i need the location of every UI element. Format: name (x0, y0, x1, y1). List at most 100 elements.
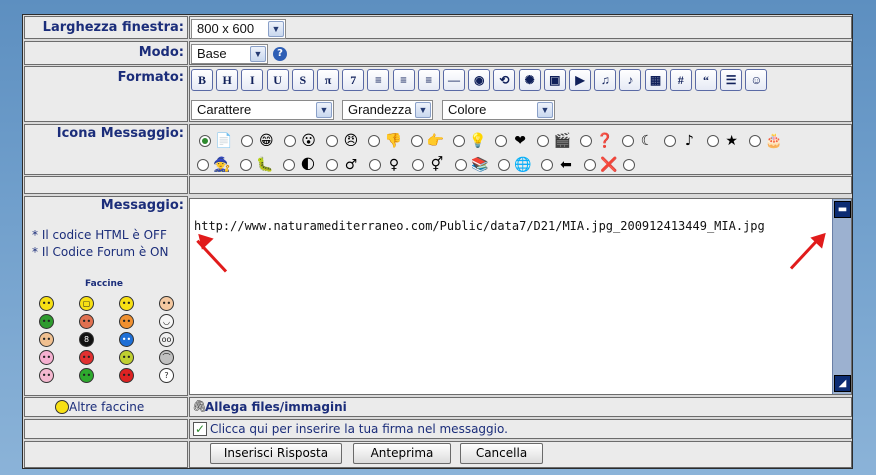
icon-radio[interactable] (498, 159, 510, 171)
smiley-icon[interactable]: •• (39, 314, 54, 329)
faccine-title: Faccine (85, 279, 123, 289)
reply-form: Larghezza finestra: Modo: Formato: Icona… (22, 14, 853, 469)
table-button[interactable]: ▦ (644, 69, 667, 91)
attach-link[interactable]: Allega files/immagini (205, 400, 347, 414)
help-icon[interactable]: ? (273, 47, 287, 61)
icon-radio[interactable] (579, 135, 592, 147)
font-button[interactable]: 7 (342, 69, 365, 91)
message-icon: ❤ (514, 133, 526, 149)
submit-reply-button[interactable]: Inserisci Risposta (210, 443, 342, 464)
message-icon: 📄 (215, 133, 233, 149)
link-button[interactable]: ⟲ (493, 69, 516, 91)
signature-checkbox[interactable]: ✓ (193, 422, 207, 436)
smiley-icon[interactable]: 8 (79, 332, 94, 347)
smiley-icon[interactable]: •• (119, 332, 134, 347)
forum-on-hint: * Il Codice Forum è ON (32, 245, 169, 259)
size-select[interactable]: Grandezza ▼ (342, 100, 433, 120)
align-right-button[interactable]: ≡ (417, 69, 440, 91)
preview-button[interactable]: Anteprima (353, 443, 451, 464)
globe-button[interactable]: ◉ (468, 69, 491, 91)
icon-radio[interactable] (412, 159, 424, 171)
flash-button[interactable]: ✺ (518, 69, 541, 91)
smiley-icon[interactable]: •• (39, 332, 54, 347)
smiley-icon[interactable]: •• (159, 296, 174, 311)
smiley-icon[interactable]: •• (39, 296, 54, 311)
smiley-icon[interactable]: oo (159, 332, 174, 347)
smiley-icon[interactable]: ⌒ (159, 350, 174, 365)
signature-label: Clicca qui per inserire la tua firma nel… (210, 422, 508, 436)
icon-radio[interactable] (197, 159, 209, 171)
smiley-button[interactable]: ☺ (745, 69, 768, 91)
icon-radio[interactable] (283, 135, 296, 147)
icon-radio[interactable] (495, 135, 508, 147)
icon-radio[interactable] (369, 159, 381, 171)
message-icon: 🌓 (300, 157, 316, 173)
hr-button[interactable]: — (443, 69, 465, 91)
cancel-button[interactable]: Cancella (460, 443, 543, 464)
value-cell (189, 41, 852, 65)
message-icon: 😮 (301, 133, 316, 149)
icon-radio[interactable] (410, 135, 423, 147)
smiley-icon[interactable]: ◡ (159, 314, 174, 329)
italic-button[interactable]: I (241, 69, 264, 91)
mode-value: Base (197, 46, 227, 61)
message-label: Messaggio: (100, 198, 184, 213)
quote-button[interactable]: “ (695, 69, 717, 91)
smiley-icon[interactable]: •• (79, 368, 94, 383)
icon-radio[interactable] (283, 159, 295, 171)
icon-radio[interactable] (326, 159, 338, 171)
message-text: http://www.naturamediterraneo.com/Public… (194, 219, 765, 233)
wmv-button[interactable]: ♫ (594, 69, 617, 91)
icon-radio[interactable] (455, 159, 467, 171)
mode-select[interactable]: Base ▼ (191, 44, 268, 64)
list-button[interactable]: ☰ (720, 69, 743, 91)
smiley-icon[interactable]: •• (119, 368, 134, 383)
image-button[interactable]: ▣ (543, 69, 566, 91)
icon-radio[interactable] (325, 135, 338, 147)
icon-radio[interactable] (748, 135, 761, 147)
smiley-icon[interactable]: •• (39, 368, 54, 383)
smiley-icon[interactable]: •• (79, 350, 94, 365)
smiley-icon[interactable]: •• (119, 350, 134, 365)
pi-button[interactable]: π (317, 69, 339, 91)
chevron-down-icon: ▼ (415, 102, 431, 118)
icon-radio[interactable] (584, 159, 596, 171)
message-icon: 💡 (469, 133, 487, 149)
vertical-scrollbar[interactable]: ▬ ◢ (832, 199, 851, 394)
color-select[interactable]: Colore ▼ (442, 100, 555, 120)
more-smileys-link[interactable]: Altre faccine (69, 400, 144, 414)
strike-button[interactable]: S (291, 69, 314, 91)
smiley-icon[interactable]: •• (39, 350, 54, 365)
message-icon: 🐛 (256, 157, 274, 173)
icon-radio[interactable] (240, 159, 252, 171)
icon-radio[interactable] (622, 135, 634, 147)
icon-radio[interactable] (541, 159, 553, 171)
bold-button[interactable]: B (191, 69, 213, 91)
icon-radio[interactable] (199, 135, 211, 147)
chevron-down-icon: ▼ (268, 21, 284, 37)
smiley-icon[interactable]: ▢ (79, 296, 94, 311)
message-textarea[interactable]: http://www.naturamediterraneo.com/Public… (189, 198, 852, 395)
hash-button[interactable]: # (669, 69, 692, 91)
heading-button[interactable]: H (216, 69, 239, 91)
icon-radio[interactable] (452, 135, 465, 147)
value-cell (189, 176, 852, 194)
resize-icon[interactable]: ◢ (834, 375, 851, 392)
window-width-select[interactable]: 800 x 600 ▼ (191, 19, 286, 39)
align-center-button[interactable]: ≡ (392, 69, 415, 91)
color-select-value: Colore (448, 102, 487, 117)
smiley-icon[interactable]: ? (159, 368, 174, 383)
mp3-button[interactable]: ♪ (619, 69, 642, 91)
underline-button[interactable]: U (266, 69, 289, 91)
youtube-button[interactable]: ▶ (569, 69, 591, 91)
message-icon: ★ (725, 133, 738, 149)
smiley-icon[interactable]: •• (119, 296, 134, 311)
collapse-icon[interactable]: ▬ (834, 201, 851, 218)
smiley-icon[interactable]: •• (79, 314, 94, 329)
align-left-button[interactable]: ≡ (367, 69, 390, 91)
icon-radio[interactable] (623, 159, 635, 171)
message-icon-label: Icona Messaggio: (56, 126, 184, 141)
icon-radio[interactable] (706, 135, 719, 147)
font-select[interactable]: Carattere ▼ (191, 100, 334, 120)
smiley-icon[interactable]: •• (119, 314, 134, 329)
